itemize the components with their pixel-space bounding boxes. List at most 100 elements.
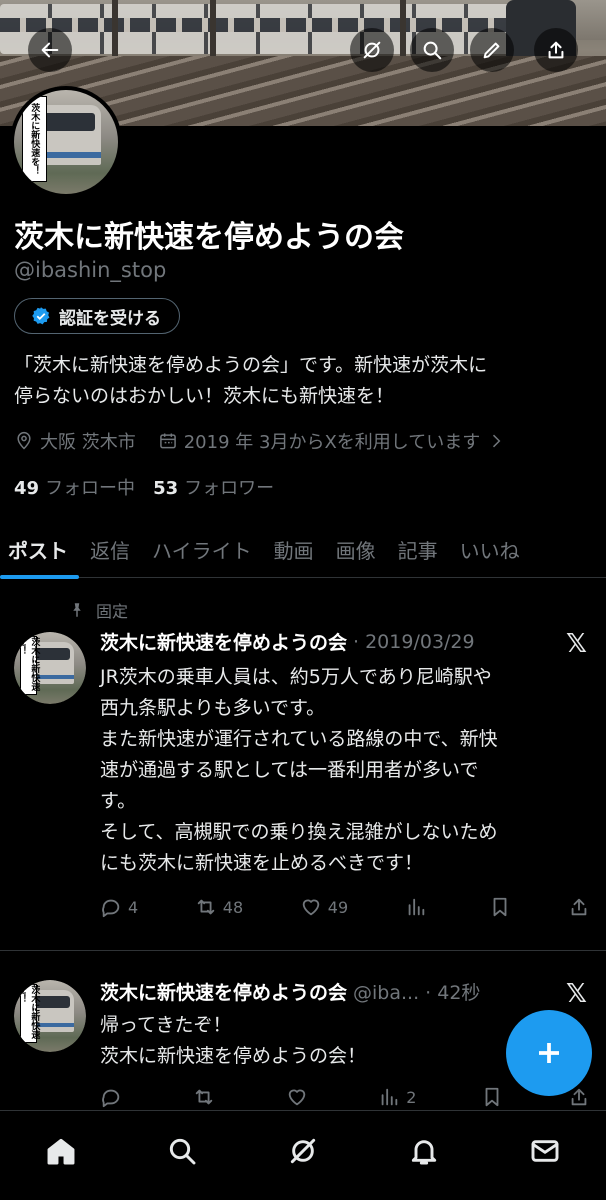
repost-count: 48 [222,897,244,917]
avatar-label: 茨木に新快速を！ [22,96,48,182]
plus-icon [539,1043,559,1063]
get-verified-label: 認証を受ける [59,308,161,329]
post-author[interactable]: 茨木に新快速を停めようの会 [100,628,347,655]
avatar-label: 茨木に新快速を！ [16,984,39,1044]
tab-replies[interactable]: 返信 [79,520,141,578]
tab-articles[interactable]: 記事 [387,520,449,578]
views-button[interactable]: 2 [378,1086,416,1108]
following-link[interactable]: 49 フォロー中 [14,474,135,500]
tab-videos[interactable]: 動画 [263,520,325,578]
post-timestamp[interactable]: · 2019/03/29 [353,631,475,653]
profile-tabs: ポスト 返信 ハイライト 動画 画像 記事 いいね [0,520,606,579]
mail-icon [531,1140,559,1162]
followers-label: フォロワー [184,478,275,499]
post-avatar[interactable]: 茨木に新快速を！ [14,632,86,704]
pin-icon [73,603,81,617]
x-logo-icon: 𝕏 [566,629,587,659]
tab-likes[interactable]: いいね [449,520,531,578]
tab-highlights[interactable]: ハイライト [141,520,263,578]
reply-button[interactable]: 4 [100,896,138,918]
bio-line: 停らないのはおかしい！茨木にも新快速を！ [14,385,395,407]
joined-date[interactable]: 2019 年 3月からXを利用しています [158,428,507,454]
profile-avatar[interactable]: 茨木に新快速を！ [10,86,122,198]
search-button[interactable] [410,28,454,72]
following-label: フォロー中 [45,478,136,499]
following-count: 49 [14,478,40,499]
profile-meta: 大阪 茨木市 2019 年 3月からXを利用しています [14,428,506,454]
heart-icon [288,1089,305,1106]
views-button[interactable] [405,896,433,918]
like-button[interactable]: 49 [300,896,348,918]
share-post-button[interactable] [568,896,590,918]
nav-messages[interactable] [520,1131,570,1171]
like-count: 49 [327,897,349,917]
followers-count: 53 [153,478,179,499]
analytics-icon [408,898,424,916]
pinned-indicator: 固定 [68,598,128,622]
grok-icon [290,1138,316,1164]
location-pin-icon [17,431,31,450]
reply-icon [102,1089,120,1108]
edit-icon [483,42,500,59]
bookmark-button[interactable] [489,896,511,918]
search-icon [169,1138,196,1165]
pinned-label: 固定 [96,602,129,621]
profile-bio: 「茨木に新快速を停めようの会」です。新快速が茨木に 停らないのはおかしい！茨木に… [14,350,594,412]
back-button[interactable] [28,28,72,72]
reply-button[interactable] [100,1086,128,1108]
post-text: JR茨木の乗車人員は、約5万人であり尼崎駅や 西九条駅よりも多いです。 また新快… [100,666,498,874]
bookmark-icon [485,1087,499,1107]
x-logo-icon: 𝕏 [566,979,587,1009]
edit-button[interactable] [470,28,514,72]
nav-grok[interactable] [278,1131,328,1171]
repost-button[interactable]: 48 [195,896,243,918]
repost-button[interactable] [193,1086,221,1108]
grok-icon [363,41,381,59]
bookmark-icon [493,897,507,917]
post-actions: 4 48 49 [100,896,590,918]
calendar-icon [159,433,176,449]
bottom-navigation [0,1110,606,1200]
post-timestamp[interactable]: @iba... · 42秒 [353,978,480,1005]
tab-images[interactable]: 画像 [325,520,387,578]
compose-button[interactable] [506,1010,592,1096]
reply-icon [102,899,120,918]
post-header: 茨木に新快速を停めようの会 @iba... · 42秒 [100,978,480,1005]
tab-posts[interactable]: ポスト [0,520,79,579]
nav-notifications[interactable] [399,1131,449,1171]
nav-search[interactable] [157,1131,207,1171]
reply-count: 4 [128,897,139,917]
back-arrow-icon [41,42,59,58]
joined-text: 2019 年 3月からXを利用しています [183,432,481,453]
follow-stats: 49 フォロー中 53 フォロワー [14,474,274,500]
profile-name: 茨木に新快速を停めようの会 [14,220,404,255]
grok-button[interactable] [350,28,394,72]
repost-icon [195,1089,212,1105]
bio-line: 「茨木に新快速を停めようの会」です。新快速が茨木に [14,354,488,376]
followers-link[interactable]: 53 フォロワー [153,474,274,500]
post-header: 茨木に新快速を停めようの会 · 2019/03/29 [100,628,475,655]
share-icon [548,41,564,59]
view-count: 2 [406,1087,417,1107]
share-button[interactable] [534,28,578,72]
heart-icon [302,899,320,916]
verified-badge-icon [32,307,50,325]
location: 大阪 茨木市 [14,428,136,454]
location-text: 大阪 茨木市 [40,432,136,453]
post-author[interactable]: 茨木に新快速を停めようの会 [100,978,347,1005]
home-icon [47,1138,75,1165]
bell-icon [412,1140,437,1165]
analytics-icon [381,1088,398,1106]
get-verified-button[interactable]: 認証を受ける [14,298,180,334]
post-avatar[interactable]: 茨木に新快速を！ [14,980,86,1052]
divider [0,950,606,951]
repost-icon [197,899,215,915]
bookmark-button[interactable] [481,1086,503,1108]
search-icon [423,41,442,60]
profile-handle: @ibashin_stop [14,258,167,282]
nav-home[interactable] [36,1131,86,1171]
avatar-label: 茨木に新快速を！ [16,636,39,696]
like-button[interactable] [286,1086,314,1108]
share-icon [571,898,587,916]
chevron-right-icon [493,434,501,448]
